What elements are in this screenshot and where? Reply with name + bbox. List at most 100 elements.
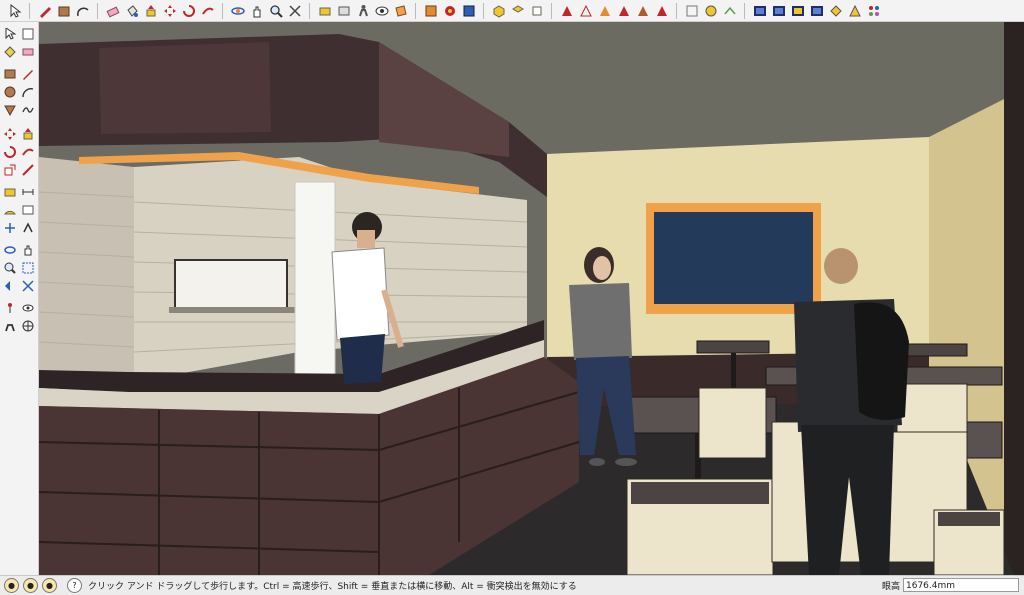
user-icon[interactable]: ● [42,578,57,593]
hidden-line-icon[interactable] [596,2,613,19]
paint-icon[interactable] [2,44,18,60]
film-icon-2[interactable] [770,2,787,19]
toolbar-separator [744,2,745,19]
move-icon[interactable] [161,2,178,19]
credits-icon[interactable]: ● [23,578,38,593]
kitchen-door [294,181,336,383]
toolbar-separator [483,2,484,19]
scene-render [39,22,1024,575]
move-icon[interactable] [2,126,18,142]
toolbar-separator [676,2,677,19]
polygon-icon[interactable] [2,102,18,118]
toolbar-separator [222,2,223,19]
film-icon-1[interactable] [751,2,768,19]
walk-icon[interactable] [354,2,371,19]
scenes-icon[interactable] [721,2,738,19]
measurements-input[interactable]: 1676.4mm [903,578,1019,592]
section-icon[interactable] [20,318,36,334]
push-pull-icon[interactable] [142,2,159,19]
circle-icon[interactable] [2,84,18,100]
offset-icon[interactable] [20,162,36,178]
palette-icon[interactable] [865,2,882,19]
materials-icon[interactable] [441,2,458,19]
main-toolbar [0,0,1024,22]
upper-cabinet [99,42,271,134]
measurements-label: 眼高 [882,582,901,592]
component-icon[interactable] [20,26,36,42]
toolbar-separator [309,2,310,19]
protractor-icon[interactable] [2,202,18,218]
zoom-extents-icon[interactable] [20,278,36,294]
look-around-icon[interactable] [20,300,36,316]
layers-icon[interactable] [683,2,700,19]
tape-icon[interactable] [2,184,18,200]
rotate-icon[interactable] [180,2,197,19]
film-icon-3[interactable] [789,2,806,19]
zoom-icon[interactable] [267,2,284,19]
film-icon-4[interactable] [808,2,825,19]
triangle-icon[interactable] [846,2,863,19]
toolbar-separator [97,2,98,19]
status-bar: ● ● ● ? クリック アンド ドラッグして歩行します。Ctrl = 高速歩行… [0,575,1024,595]
zoom-icon[interactable] [2,260,18,276]
pass-shelf [169,307,297,313]
tape-measure-icon[interactable] [316,2,333,19]
pan-icon[interactable] [20,242,36,258]
blackboard [654,212,813,304]
zoom-extents-icon[interactable] [286,2,303,19]
previous-view-icon[interactable] [2,278,18,294]
shaded-icon[interactable] [615,2,632,19]
tool-palette [0,22,39,575]
zoom-window-icon[interactable] [20,260,36,276]
look-around-icon[interactable] [373,2,390,19]
pencil-icon[interactable] [20,66,36,82]
pass-window [174,259,288,309]
orbit-icon[interactable] [229,2,246,19]
pencil-icon[interactable] [36,2,53,19]
push-pull-icon[interactable] [20,126,36,142]
dimension-icon[interactable] [20,184,36,200]
outliner-icon[interactable] [702,2,719,19]
wireframe-icon[interactable] [577,2,594,19]
help-icon[interactable]: ? [67,578,82,593]
arc-icon[interactable] [20,84,36,100]
model-viewport[interactable] [39,22,1024,575]
arc-icon[interactable] [74,2,91,19]
follow-me-icon[interactable] [199,2,216,19]
orbit-icon[interactable] [2,242,18,258]
text-icon[interactable] [20,202,36,218]
paint-bucket-icon[interactable] [123,2,140,19]
follow-me-icon[interactable] [20,144,36,160]
position-camera-icon[interactable] [2,300,18,316]
rectangle-icon[interactable] [55,2,72,19]
shaded-texture-icon[interactable] [634,2,651,19]
walk-icon[interactable] [2,318,18,334]
eraser-icon[interactable] [20,44,36,60]
rotate-icon[interactable] [2,144,18,160]
freehand-icon[interactable] [20,102,36,118]
view-front-icon[interactable] [528,2,545,19]
select-icon[interactable] [6,2,23,19]
eraser-icon[interactable] [104,2,121,19]
view-iso-icon[interactable] [490,2,507,19]
section-plane-icon[interactable] [392,2,409,19]
axes-icon[interactable] [2,220,18,236]
right-pillar [1004,22,1024,575]
toolbar-separator [415,2,416,19]
rectangle-icon[interactable] [2,66,18,82]
xray-icon[interactable] [558,2,575,19]
scale-icon[interactable] [2,162,18,178]
styles-icon[interactable] [460,2,477,19]
view-top-icon[interactable] [509,2,526,19]
status-message: クリック アンド ドラッグして歩行します。Ctrl = 高速歩行、Shift =… [88,582,577,592]
toolbar-separator [551,2,552,19]
components-icon[interactable] [422,2,439,19]
geo-location-icon[interactable]: ● [4,578,19,593]
toolbar-separator [29,2,30,19]
position-camera-icon[interactable] [335,2,352,19]
monochrome-icon[interactable] [653,2,670,19]
select-icon[interactable] [2,26,18,42]
diamond-icon[interactable] [827,2,844,19]
3d-text-icon[interactable] [20,220,36,236]
pan-icon[interactable] [248,2,265,19]
